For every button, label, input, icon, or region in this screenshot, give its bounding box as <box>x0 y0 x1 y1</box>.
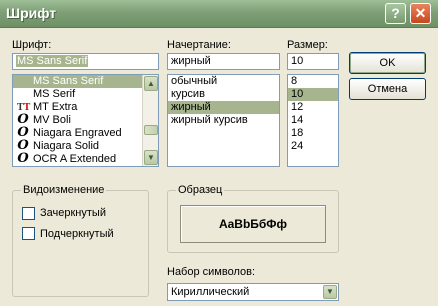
font-list-item[interactable]: TT MT Extra <box>13 101 158 114</box>
font-list-scrollbar[interactable]: ▲ ▼ <box>142 75 158 166</box>
font-list-item-label: MT Extra <box>33 101 78 113</box>
window-title: Шрифт <box>6 5 57 21</box>
style-list-item[interactable]: обычный <box>168 75 279 88</box>
font-list-item[interactable]: MS Sans Serif <box>13 75 158 88</box>
style-list-item[interactable]: жирный <box>168 101 279 114</box>
font-list-item[interactable]: MS Serif <box>13 88 158 101</box>
scroll-down-icon[interactable]: ▼ <box>144 150 158 165</box>
sample-preview: AaBbБбФф <box>180 205 326 243</box>
style-list-item-label: жирный <box>171 101 211 113</box>
size-list-item[interactable]: 18 <box>288 127 338 140</box>
font-list-item-label: MS Sans Serif <box>33 75 104 87</box>
sample-group-title: Образец <box>176 184 225 196</box>
scroll-thumb[interactable] <box>144 125 158 135</box>
font-list-item[interactable]: O MV Boli <box>13 113 158 127</box>
size-input-value: 10 <box>291 55 304 67</box>
title-bar: Шрифт ? ✕ <box>0 0 438 28</box>
style-list-item-label: обычный <box>171 75 218 87</box>
opentype-icon: O <box>17 151 29 166</box>
style-list-item-label: курсив <box>171 88 205 100</box>
size-list-item-label: 18 <box>291 127 304 139</box>
strikeout-label: Зачеркнутый <box>40 207 106 219</box>
font-list-item-label: Niagara Engraved <box>33 127 122 139</box>
font-list-item[interactable]: O Niagara Solid <box>13 139 158 153</box>
effects-group-title: Видоизменение <box>21 184 107 196</box>
size-list-item[interactable]: 24 <box>288 140 338 153</box>
underline-checkbox[interactable] <box>22 227 35 240</box>
ok-button[interactable]: OK <box>349 52 426 74</box>
charset-label: Набор символов: <box>167 266 256 278</box>
strikeout-checkbox[interactable] <box>22 207 35 220</box>
font-list-item[interactable]: O Niagara Engraved <box>13 126 158 140</box>
size-label: Размер: <box>287 39 328 51</box>
size-list-item-label: 14 <box>291 114 304 126</box>
size-list-item-label: 8 <box>291 75 298 87</box>
size-list-item[interactable]: 8 <box>288 75 338 88</box>
size-list[interactable]: 8 10 12 14 18 24 <box>287 74 339 167</box>
font-list-item[interactable]: O OCR A Extended <box>13 151 158 166</box>
style-list-item[interactable]: жирный курсив <box>168 114 279 127</box>
size-list-item[interactable]: 14 <box>288 114 338 127</box>
font-list-item-label: OCR A Extended <box>33 153 117 165</box>
size-list-item[interactable]: 10 <box>288 88 338 101</box>
font-input-value: MS Sans Serif <box>16 55 89 67</box>
size-list-item-label: 10 <box>291 88 304 100</box>
style-label: Начертание: <box>167 39 231 51</box>
close-button[interactable]: ✕ <box>410 3 431 24</box>
font-list-item-label: Niagara Solid <box>33 140 100 152</box>
scroll-up-icon[interactable]: ▲ <box>144 76 158 91</box>
style-list-item[interactable]: курсив <box>168 88 279 101</box>
cancel-button[interactable]: Отмена <box>349 78 426 100</box>
underline-label: Подчеркнутый <box>40 228 114 240</box>
charset-select[interactable]: Кириллический ▼ <box>167 283 339 301</box>
style-list-item-label: жирный курсив <box>171 114 248 126</box>
style-input-value: жирный <box>171 55 211 67</box>
size-list-item-label: 24 <box>291 140 304 152</box>
style-input[interactable]: жирный <box>167 53 280 70</box>
size-list-item[interactable]: 12 <box>288 101 338 114</box>
font-input[interactable]: MS Sans Serif <box>12 53 159 70</box>
font-list-item-label: MV Boli <box>33 114 71 126</box>
font-label: Шрифт: <box>12 39 52 51</box>
size-list-item-label: 12 <box>291 101 304 113</box>
font-list[interactable]: MS Sans Serif MS Serif TT MT Extra O MV Boli O… <box>12 74 159 167</box>
charset-select-value: Кириллический <box>171 286 250 298</box>
help-button[interactable]: ? <box>385 3 406 24</box>
chevron-down-icon[interactable]: ▼ <box>323 285 337 299</box>
size-input[interactable]: 10 <box>287 53 339 70</box>
font-list-item-label: MS Serif <box>33 88 76 100</box>
style-list[interactable]: обычный курсив жирный жирный курсив <box>167 74 280 167</box>
